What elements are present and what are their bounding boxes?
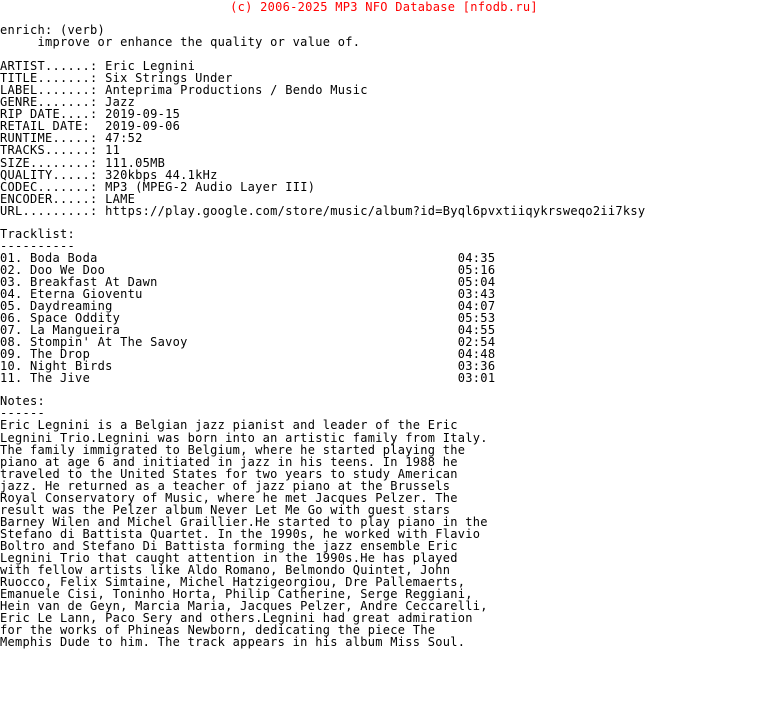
notes-block: Eric Legnini is a Belgian jazz pianist a… bbox=[0, 419, 768, 648]
track-duration: 03:01 bbox=[457, 371, 496, 386]
notes-line: The family immigrated to Belgium, where … bbox=[0, 442, 466, 457]
notes-heading-block: Notes: ------ bbox=[0, 395, 768, 419]
tracklist-block: 01. Boda Boda 04:35 02. Doo We Doo 05:16 0… bbox=[0, 252, 768, 385]
nfo-document: (c) 2006-2025 MP3 NFO Database [nfodb.ru… bbox=[0, 0, 768, 648]
notes-line: Eric Legnini is a Belgian jazz pianist a… bbox=[0, 418, 458, 433]
notes-heading: Notes: bbox=[0, 394, 46, 409]
track-title: The Jive bbox=[30, 371, 458, 386]
notes-line: Memphis Dude to him. The track appears i… bbox=[0, 635, 466, 650]
tracklist-heading-block: Tracklist: ---------- bbox=[0, 228, 768, 252]
metadata-row: URL.........: https://play.google.com/st… bbox=[0, 205, 768, 217]
notes-line: Legnini Trio.Legnini was born into an ar… bbox=[0, 430, 488, 445]
metadata-value: https://play.google.com/store/music/albu… bbox=[105, 203, 646, 218]
metadata-value: Anteprima Productions / Bendo Music bbox=[105, 83, 368, 98]
notes-line: piano at age 6 and initiated in jazz in … bbox=[0, 454, 458, 469]
definition-block: enrich: (verb) improve or enhance the qu… bbox=[0, 24, 768, 48]
notes-line: jazz. He returned as a teacher of jazz p… bbox=[0, 478, 451, 493]
spacer-after-tracklist bbox=[0, 384, 768, 395]
copyright-header: (c) 2006-2025 MP3 NFO Database [nfodb.ru… bbox=[230, 0, 538, 14]
notes-line: traveled to the United States for two ye… bbox=[0, 466, 458, 481]
track-number: 11. bbox=[0, 371, 31, 386]
notes-line: Royal Conservatory of Music, where he me… bbox=[0, 490, 458, 505]
tracklist-heading: Tracklist: bbox=[0, 226, 76, 241]
spacer-after-metadata bbox=[0, 217, 768, 228]
spacer-after-header bbox=[0, 13, 768, 24]
definition-meaning: improve or enhance the quality or value … bbox=[0, 35, 361, 50]
tracklist-row: 11. The Jive 03:01 bbox=[0, 372, 768, 384]
metadata-block: ARTIST......: Eric Legnini TITLE.......: … bbox=[0, 60, 768, 217]
metadata-value: MP3 (MPEG-2 Audio Layer III) bbox=[105, 179, 316, 194]
metadata-label: URL.........: bbox=[0, 203, 106, 218]
